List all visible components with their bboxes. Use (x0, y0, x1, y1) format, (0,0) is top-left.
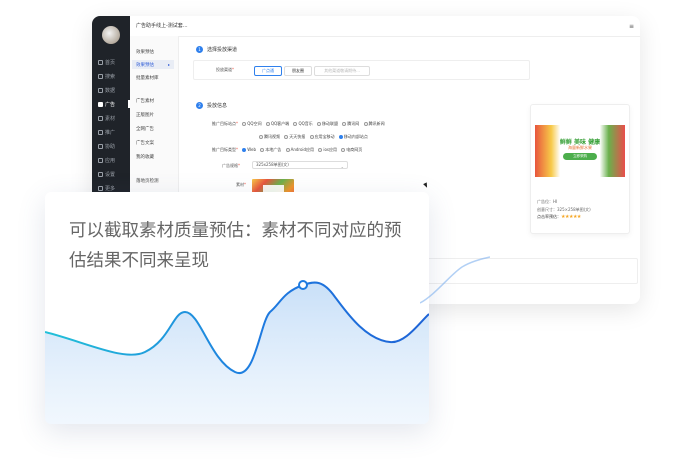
radio[interactable] (317, 122, 322, 126)
radio[interactable] (259, 135, 263, 139)
radio[interactable] (284, 135, 289, 139)
subnav-item[interactable]: 效果预估 (136, 49, 154, 55)
assist-icon (98, 143, 103, 149)
megaphone-icon (98, 101, 103, 107)
ctr-estimate: 点击率预估：★★★★★ (537, 214, 581, 220)
type-radio-group: 推广目标类型* Web 本地广告 Android应用 ios应用 电商网页 (212, 147, 363, 152)
location-radio-group: 推广目标站点* QQ空间 QQ客户端 QQ音乐 移动联盟 腾讯网 腾讯新闻 (212, 121, 385, 126)
gear-icon (98, 171, 103, 177)
section-2-header: 2 投放信息 (196, 102, 227, 109)
channel-label: 投放渠道* (216, 67, 234, 72)
nav-item-assist[interactable]: 协助 (92, 140, 130, 152)
spec-label: 广告规格* (222, 163, 240, 168)
wave-area (45, 282, 429, 424)
spec-select[interactable]: 325x258单图(文) ⌄ (252, 161, 348, 169)
step-number: 2 (196, 102, 203, 109)
nav-item-ads[interactable]: 广告 (92, 98, 130, 110)
radio[interactable] (242, 122, 247, 126)
ad-size: 创意尺寸：325×258单图(文) (537, 207, 591, 212)
nav-item-promote[interactable]: 推广 (92, 126, 130, 138)
radio[interactable] (260, 148, 265, 152)
banner-cta-button: 立即采购 (563, 153, 597, 160)
highlight-card: 可以截取素材质量预估：素材不同对应的预估结果不同来呈现 (45, 192, 429, 424)
ad-position: 广告位：HI (537, 199, 558, 204)
channel-tab-guangdiantong[interactable]: 广点通 (254, 66, 282, 76)
nav-item-data[interactable]: 数据 (92, 84, 130, 96)
subnav-item[interactable]: 广告素材 (136, 98, 154, 104)
subnav-item[interactable]: 正版图片 (136, 112, 154, 118)
more-icon (98, 185, 103, 191)
radio[interactable] (265, 122, 270, 126)
location-radio-group-row2: 腾讯视频 天天快报 应用宝移动 移动内部站点 (256, 134, 368, 140)
chevron-down-icon: ⌄ (340, 164, 344, 169)
ad-banner-image: 鲜鲜 美味 健康 海量新鲜水果 立即采购 (535, 125, 625, 177)
chevron-right-icon: ▸ (167, 62, 170, 67)
banner-subtitle: 海量新鲜水果 (568, 145, 592, 150)
section-title: 投放信息 (207, 103, 228, 109)
subnav-item-selected[interactable]: 效果预估 ▸ (132, 60, 174, 69)
section-title: 选择投放渠道 (207, 47, 238, 53)
home-icon (98, 59, 103, 65)
radio[interactable] (293, 122, 298, 126)
star-rating: ★★★★★ (561, 214, 581, 220)
channel-panel: 投放渠道* 广点通 朋友圈 其他渠道敬请期待... (193, 60, 530, 80)
radio-selected[interactable] (338, 135, 343, 139)
radio[interactable] (341, 148, 346, 152)
top-bar: 广告助手线上-测试套... ≡ (130, 16, 640, 37)
promote-icon (98, 129, 103, 135)
radio[interactable] (318, 148, 323, 152)
wave-chart (45, 280, 429, 424)
menu-icon[interactable]: ≡ (629, 23, 634, 30)
nav-item-settings[interactable]: 设置 (92, 168, 130, 180)
subnav-item[interactable]: 我的收藏 (136, 154, 154, 160)
peak-marker (298, 280, 308, 290)
radio[interactable] (309, 135, 314, 139)
ad-preview-card: 鲜鲜 美味 健康 海量新鲜水果 立即采购 广告位：HI 创意尺寸：325×258… (530, 104, 630, 234)
radio[interactable] (342, 122, 347, 126)
subnav-item[interactable]: 全网广告 (136, 126, 154, 132)
wave-continuation (420, 256, 490, 304)
radio[interactable] (363, 122, 368, 126)
section-1-header: 1 选择投放渠道 (196, 46, 237, 53)
nav-item-apps[interactable]: 应用 (92, 154, 130, 166)
radio-selected[interactable] (242, 148, 247, 152)
nav-item-home[interactable]: 首页 (92, 56, 130, 68)
window-title: 广告助手线上-测试套... (136, 23, 188, 29)
avatar[interactable] (102, 26, 120, 44)
subnav-item[interactable]: 批量素材库 (136, 75, 159, 81)
nav-item-search[interactable]: 搜索 (92, 70, 130, 82)
channel-tab-pengyouquan[interactable]: 朋友圈 (284, 66, 312, 76)
subnav-item[interactable]: 落地页检测 (136, 178, 159, 184)
nav-item-material[interactable]: 素材 (92, 112, 130, 124)
chart-icon (98, 87, 103, 93)
app-icon (98, 157, 103, 163)
material-icon (98, 115, 103, 121)
channel-placeholder: 其他渠道敬请期待... (314, 66, 370, 76)
subnav-item[interactable]: 广告文案 (136, 140, 154, 146)
cursor-icon (423, 182, 429, 189)
material-label: 素材* (236, 182, 246, 187)
search-icon (98, 73, 103, 79)
step-number: 1 (196, 46, 203, 53)
radio[interactable] (285, 148, 290, 152)
